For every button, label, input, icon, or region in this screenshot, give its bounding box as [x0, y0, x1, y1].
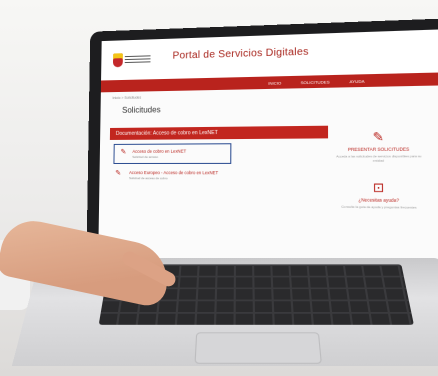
shield-icon [113, 53, 123, 67]
list-item-label: Acceso Europeo - Acceso de cobro en LexN… [129, 170, 218, 175]
nav-inicio[interactable]: INICIO [268, 80, 281, 85]
section-title: Documentación: Acceso de cobro en LexNET [110, 126, 328, 140]
site-header: Portal de Servicios Digitales [101, 29, 438, 80]
logo-text [125, 55, 151, 64]
list-item-acceso-cobro[interactable]: ✎ Acceso de cobro en LexNET Solicitud de… [113, 143, 231, 164]
nav-solicitudes[interactable]: SOLICITUDES [301, 79, 330, 85]
requests-panel: Documentación: Acceso de cobro en LexNET… [109, 126, 328, 185]
list-item-sub: Solicitud de acceso de cobro [129, 176, 321, 181]
site-title: Portal de Servicios Digitales [172, 46, 308, 61]
edit-icon: ✎ [115, 170, 123, 178]
sidebar: ✎ PRESENTAR SOLICITUDES Acceda a las sol… [334, 129, 425, 227]
card-title: PRESENTAR SOLICITUDES [334, 146, 425, 152]
card-title: ¿Necesitas ayuda? [334, 197, 425, 203]
card-ayuda[interactable]: ⊡ ¿Necesitas ayuda? Consulte la guía de … [334, 180, 425, 210]
nav-ayuda[interactable]: AYUDA [349, 78, 364, 84]
list-item-acceso-europeo[interactable]: ✎ Acceso Europeo - Acceso de cobro en Le… [109, 166, 328, 185]
edit-icon: ✎ [334, 129, 425, 145]
trackpad[interactable] [194, 332, 321, 363]
edit-icon: ✎ [120, 149, 128, 157]
list-item-sub: Solicitud de acceso [132, 155, 224, 159]
list-item-label: Acceso de cobro en LexNET [132, 149, 186, 154]
card-desc: Consulte la guía de ayuda y preguntas fr… [334, 204, 425, 209]
card-desc: Acceda a las solicitudes de servicios di… [334, 154, 425, 163]
help-icon: ⊡ [334, 180, 425, 196]
card-presentar-solicitudes[interactable]: ✎ PRESENTAR SOLICITUDES Acceda a las sol… [334, 129, 425, 163]
government-logo [113, 49, 155, 70]
